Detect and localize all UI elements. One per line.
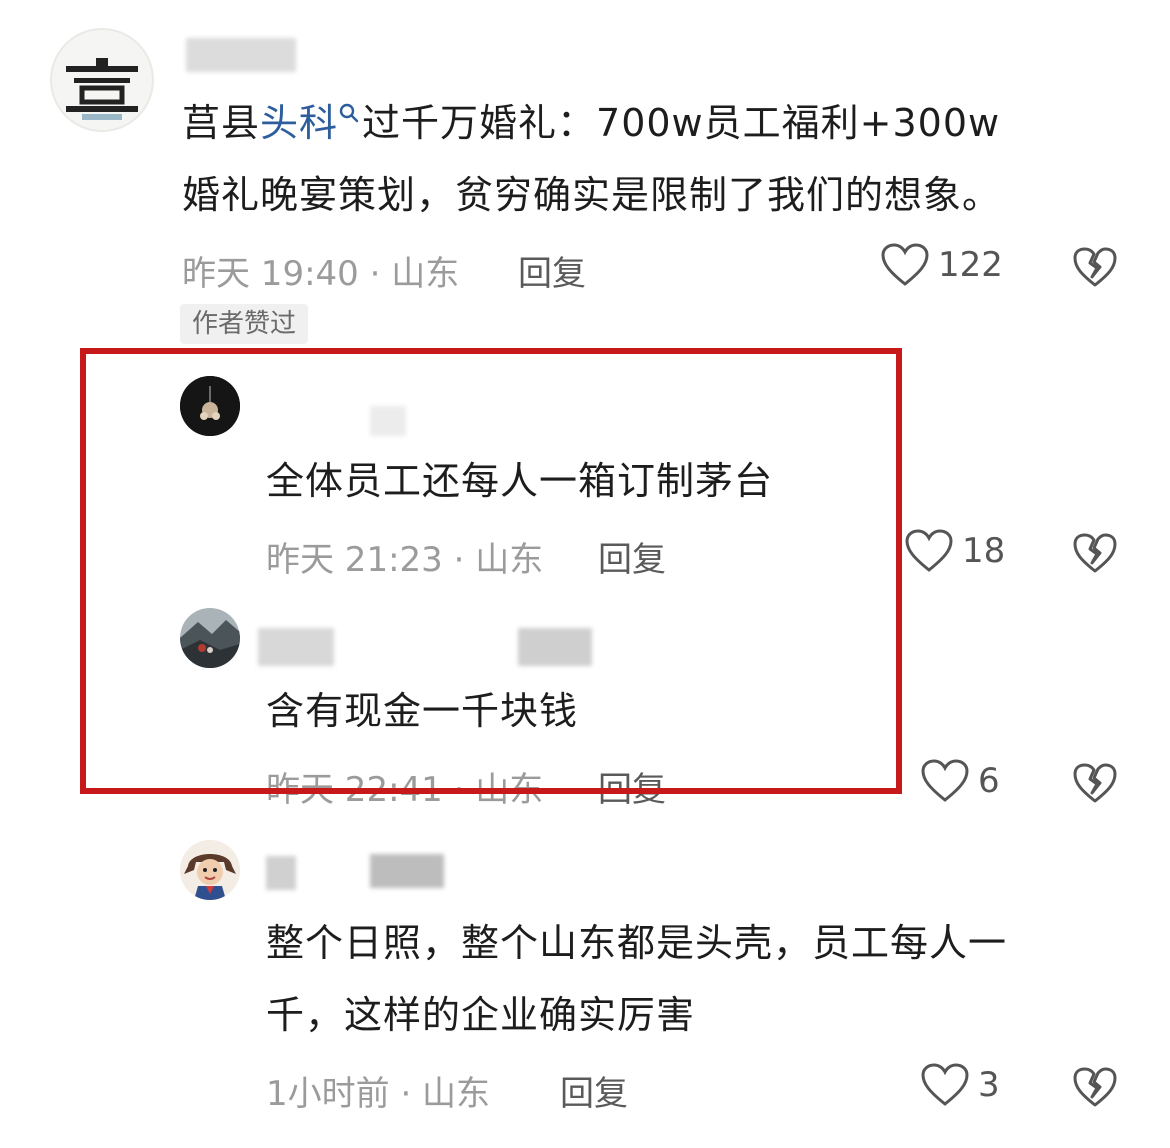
- reply-button[interactable]: 回复: [598, 532, 666, 581]
- like-button[interactable]: 6: [920, 758, 1000, 804]
- reply-button[interactable]: 回复: [560, 1066, 628, 1115]
- like-count: 3: [978, 1065, 1000, 1105]
- comment-text: 含有现金一千块钱: [266, 689, 579, 733]
- search-icon: [339, 103, 359, 123]
- username-blurred[interactable]: [186, 38, 296, 72]
- broken-heart-icon[interactable]: [1072, 1066, 1118, 1108]
- broken-heart-icon[interactable]: [1072, 762, 1118, 804]
- like-count: 122: [938, 245, 1003, 285]
- avatar-cartoon-icon: [180, 840, 240, 900]
- heart-outline-icon: [905, 529, 953, 572]
- avatar-logo-icon: [66, 58, 138, 120]
- broken-heart-icon[interactable]: [1072, 532, 1118, 574]
- topic-link[interactable]: 头科: [260, 101, 362, 145]
- avatar[interactable]: [50, 28, 154, 132]
- comment-meta: 昨天 21:23 · 山东: [266, 540, 544, 580]
- username-blurred-2[interactable]: [518, 628, 592, 666]
- avatar[interactable]: [180, 608, 240, 668]
- avatar[interactable]: [180, 840, 240, 900]
- comment-text: 莒县头科 过千万婚礼：700w员工福利+300w: [182, 101, 1001, 145]
- avatar[interactable]: [180, 376, 240, 436]
- heart-outline-icon: [881, 243, 929, 286]
- username-blurred[interactable]: [370, 406, 406, 436]
- avatar-image-icon: [180, 608, 240, 668]
- broken-heart-icon[interactable]: [1072, 246, 1118, 288]
- avatar-image-icon: [180, 376, 240, 436]
- like-count: 6: [978, 761, 1000, 801]
- comment-meta: 1小时前 · 山东: [266, 1074, 491, 1114]
- heart-outline-icon: [921, 759, 969, 802]
- author-liked-badge: 作者赞过: [180, 304, 309, 344]
- comment-text: 全体员工还每人一箱订制茅台: [266, 459, 774, 503]
- comment-meta: 昨天 19:40 · 山东: [182, 254, 460, 294]
- heart-outline-icon: [921, 1063, 969, 1106]
- reply-button[interactable]: 回复: [518, 246, 586, 295]
- comment-text-line2: 婚礼晚宴策划，贫穷确实是限制了我们的想象。: [182, 173, 1002, 217]
- comment-text-line2: 千，这样的企业确实厉害: [266, 993, 696, 1037]
- like-button[interactable]: 18: [904, 528, 1005, 574]
- username-blurred[interactable]: [258, 628, 334, 666]
- like-count: 18: [962, 531, 1006, 571]
- comment-meta: 昨天 22:41 · 山东: [266, 770, 544, 810]
- comment-text: 整个日照，整个山东都是头壳，员工每人一: [266, 921, 1008, 965]
- username-blurred[interactable]: [266, 856, 296, 890]
- reply-button[interactable]: 回复: [598, 762, 666, 811]
- like-button[interactable]: 3: [920, 1062, 1000, 1108]
- like-button[interactable]: 122: [880, 242, 1003, 288]
- username-blurred-2[interactable]: [370, 854, 444, 888]
